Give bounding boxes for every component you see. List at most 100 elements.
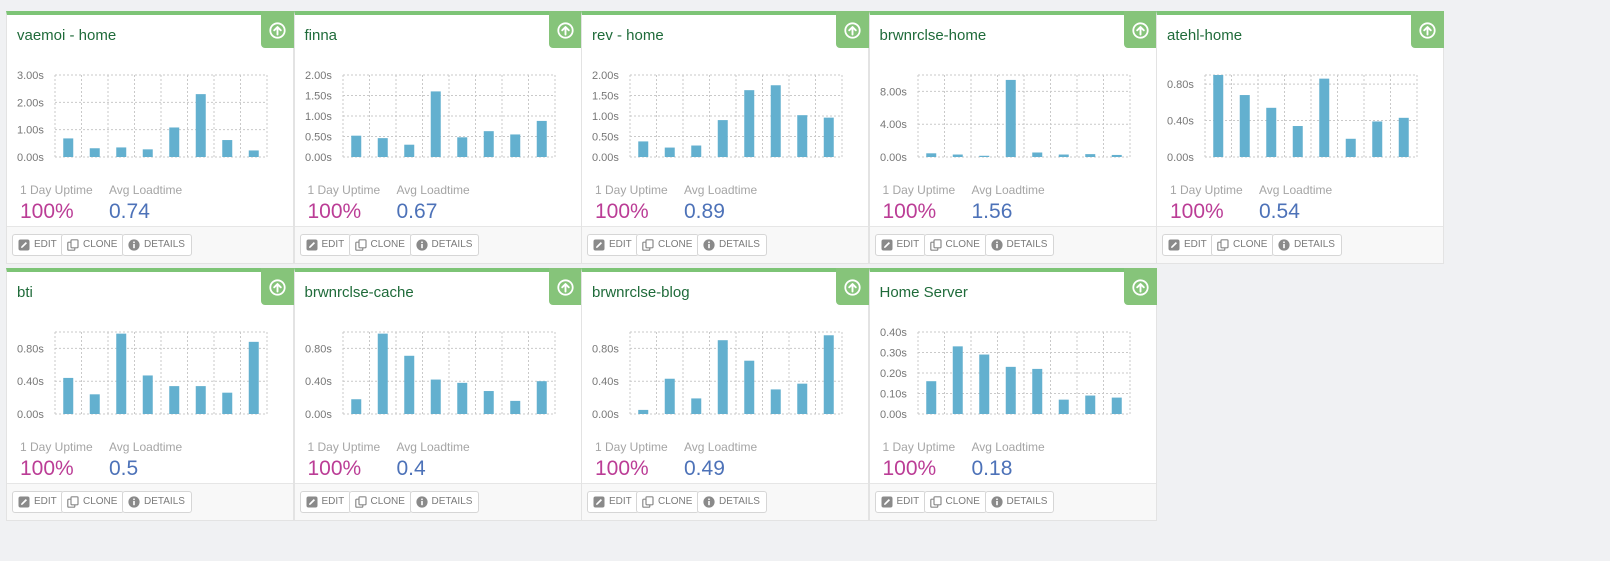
loadtime-bar[interactable] (744, 90, 755, 157)
loadtime-bar[interactable] (509, 400, 520, 414)
loadtime-bar[interactable] (1345, 138, 1356, 157)
loadtime-bar[interactable] (952, 346, 963, 414)
loadtime-bar[interactable] (717, 340, 728, 414)
edit-button[interactable]: EDIT (1162, 234, 1214, 256)
loadtime-bar[interactable] (430, 379, 441, 414)
clone-button[interactable]: CLONE (636, 234, 700, 256)
loadtime-bar[interactable] (797, 115, 808, 157)
loadtime-bar[interactable] (664, 378, 675, 414)
loadtime-bar[interactable] (195, 94, 206, 157)
loadtime-bar[interactable] (403, 355, 414, 414)
loadtime-bar[interactable] (664, 147, 675, 157)
loadtime-bar[interactable] (222, 392, 233, 414)
loadtime-bar[interactable] (248, 150, 259, 157)
clone-button[interactable]: CLONE (348, 491, 412, 513)
loadtime-bar[interactable] (377, 333, 388, 414)
loadtime-bar[interactable] (925, 381, 936, 414)
loadtime-bar[interactable] (1005, 366, 1016, 414)
loadtime-bar[interactable] (350, 135, 361, 157)
clone-button[interactable]: CLONE (636, 491, 700, 513)
loadtime-bar[interactable] (797, 383, 808, 414)
loadtime-bar[interactable] (142, 149, 153, 157)
loadtime-bar[interactable] (952, 154, 963, 157)
loadtime-bar[interactable] (638, 141, 649, 157)
loadtime-bar[interactable] (638, 409, 649, 414)
y-tick-label: 0.40s (17, 376, 44, 388)
loadtime-bar[interactable] (403, 144, 414, 157)
loadtime-bar[interactable] (823, 335, 834, 414)
clone-button[interactable]: CLONE (1211, 234, 1275, 256)
loadtime-bar[interactable] (1031, 152, 1042, 157)
details-button[interactable]: DETAILS (697, 491, 767, 513)
loadtime-bar[interactable] (1213, 75, 1224, 157)
edit-button[interactable]: EDIT (587, 491, 639, 513)
loadtime-bar[interactable] (691, 145, 702, 157)
loadtime-bar[interactable] (169, 386, 180, 414)
loadtime-bar[interactable] (1058, 399, 1069, 414)
edit-button[interactable]: EDIT (12, 234, 64, 256)
loadtime-bar[interactable] (717, 120, 728, 157)
loadtime-bar[interactable] (770, 389, 781, 414)
loadtime-bar[interactable] (691, 398, 702, 414)
edit-button[interactable]: EDIT (587, 234, 639, 256)
loadtime-bar[interactable] (770, 85, 781, 157)
details-button[interactable]: DETAILS (984, 491, 1055, 513)
loadtime-bar[interactable] (1319, 78, 1330, 157)
loadtime-bar[interactable] (978, 155, 989, 157)
loadtime-bar[interactable] (248, 341, 259, 414)
loadtime-bar[interactable] (1292, 126, 1303, 157)
loadtime-bar[interactable] (456, 382, 467, 414)
loadtime-bar[interactable] (195, 386, 206, 414)
loadtime-bar[interactable] (169, 127, 180, 157)
loadtime-bar[interactable] (823, 117, 834, 157)
loadtime-bar[interactable] (1111, 154, 1122, 157)
clone-button[interactable]: CLONE (61, 234, 125, 256)
edit-button[interactable]: EDIT (299, 234, 352, 256)
loadtime-bar[interactable] (1084, 154, 1095, 157)
loadtime-bar[interactable] (536, 120, 547, 157)
loadtime-bar[interactable] (1031, 368, 1042, 414)
loadtime-bar[interactable] (1266, 107, 1277, 157)
clone-button[interactable]: CLONE (923, 491, 987, 513)
loadtime-bar[interactable] (509, 134, 520, 157)
loadtime-bar[interactable] (483, 391, 494, 414)
loadtime-bar[interactable] (744, 360, 755, 414)
clone-button[interactable]: CLONE (923, 234, 987, 256)
edit-button[interactable]: EDIT (299, 491, 352, 513)
loadtime-bar[interactable] (536, 381, 547, 414)
loadtime-bar[interactable] (116, 147, 127, 157)
details-button[interactable]: DETAILS (1272, 234, 1342, 256)
loadtime-bar[interactable] (116, 333, 127, 414)
loadtime-bar[interactable] (63, 377, 74, 414)
loadtime-bar[interactable] (1084, 395, 1095, 414)
loadtime-bar[interactable] (978, 354, 989, 414)
loadtime-bar[interactable] (350, 399, 361, 414)
loadtime-bar[interactable] (377, 138, 388, 157)
loadtime-bar[interactable] (1058, 154, 1069, 157)
loadtime-bar[interactable] (1005, 79, 1016, 157)
loadtime-bar[interactable] (456, 137, 467, 157)
details-button[interactable]: DETAILS (122, 234, 192, 256)
details-button[interactable]: DETAILS (409, 491, 480, 513)
loadtime-bar[interactable] (222, 140, 233, 157)
loadtime-bar[interactable] (1111, 397, 1122, 414)
details-button[interactable]: DETAILS (697, 234, 767, 256)
loadtime-bar[interactable] (925, 153, 936, 157)
details-button[interactable]: DETAILS (409, 234, 480, 256)
loadtime-bar[interactable] (430, 91, 441, 157)
loadtime-bar[interactable] (483, 131, 494, 157)
details-button[interactable]: DETAILS (984, 234, 1055, 256)
edit-button[interactable]: EDIT (12, 491, 64, 513)
loadtime-bar[interactable] (63, 138, 74, 157)
edit-button[interactable]: EDIT (874, 234, 927, 256)
details-button[interactable]: DETAILS (122, 491, 192, 513)
loadtime-bar[interactable] (142, 375, 153, 414)
loadtime-bar[interactable] (1398, 117, 1409, 157)
clone-button[interactable]: CLONE (61, 491, 125, 513)
loadtime-bar[interactable] (89, 394, 100, 414)
loadtime-bar[interactable] (1239, 95, 1250, 157)
edit-button[interactable]: EDIT (874, 491, 927, 513)
clone-button[interactable]: CLONE (348, 234, 412, 256)
loadtime-bar[interactable] (1372, 121, 1383, 157)
loadtime-bar[interactable] (89, 148, 100, 157)
